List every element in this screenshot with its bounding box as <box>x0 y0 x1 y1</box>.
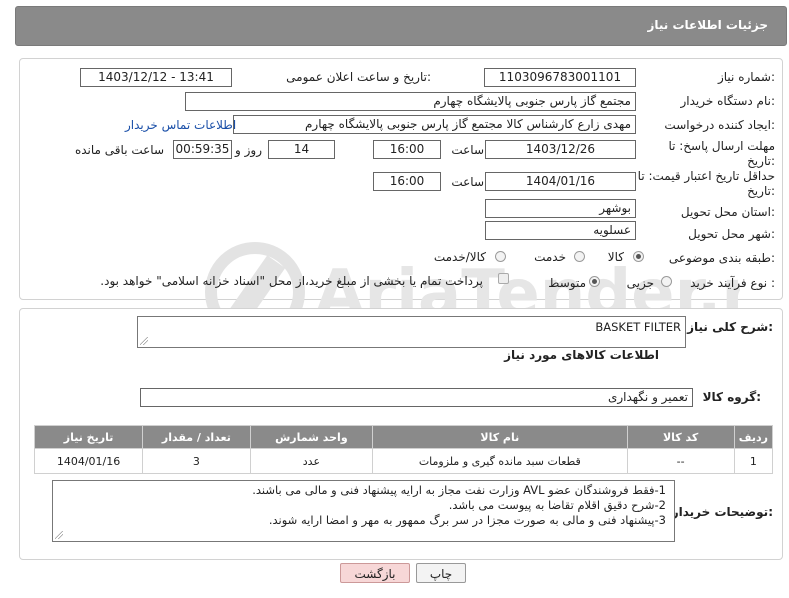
goods-table: ردیف کد کالا نام کالا واحد شمارش تعداد /… <box>33 425 774 474</box>
buyer-contact-link[interactable]: اطلاعات تماس خریدار <box>125 118 236 132</box>
buyer-org-label: نام دستگاه خریدار: <box>680 94 776 108</box>
goods-group-field: تعمیر و نگهداری <box>140 388 693 407</box>
cell-date: 1404/01/16 <box>33 448 144 474</box>
province-label: استان محل تحویل: <box>680 205 775 219</box>
need-number-field: 1103096783001101 <box>484 68 636 87</box>
cell-unit: عدد <box>249 448 374 474</box>
cell-row: 1 <box>733 448 774 474</box>
purchase-minor-radio[interactable] <box>661 276 672 287</box>
category-goods-label: کالا <box>607 250 624 264</box>
page-title: جزئیات اطلاعات نیاز <box>647 18 768 32</box>
table-header-row: ردیف کد کالا نام کالا واحد شمارش تعداد /… <box>33 425 774 449</box>
cell-code: -- <box>626 448 735 474</box>
remaining-time-label: ساعت باقی مانده <box>74 143 164 157</box>
col-date-header: تاریخ نیاز <box>33 425 144 449</box>
price-validity-label: حداقل تاریخ اعتبار قیمت: تا تاریخ: <box>637 169 775 198</box>
deadline-time-label: ساعت <box>451 143 484 157</box>
city-field: عسلویه <box>485 221 636 240</box>
col-unit-header: واحد شمارش <box>249 425 374 449</box>
col-row-header: ردیف <box>733 425 774 449</box>
price-validity-date-field: 1404/01/16 <box>485 172 636 191</box>
description-text: BASKET FILTER <box>595 320 681 334</box>
buyer-org-field: مجتمع گاز پارس جنوبی پالایشگاه چهارم <box>185 92 636 111</box>
buyer-note-line: 1-فقط فروشندگان عضو AVL وزارت نفت مجاز ب… <box>252 483 666 497</box>
resize-grip-icon <box>140 337 148 345</box>
purchase-type-label: نوع فرآیند خرید : <box>690 276 775 290</box>
price-validity-time-label: ساعت <box>451 175 484 189</box>
cell-name: قطعات سبد مانده گیری و ملزومات <box>372 448 628 474</box>
days-label: روز و <box>235 143 262 157</box>
treasury-payment-checkbox[interactable] <box>498 273 509 284</box>
requester-field: مهدی زارع کارشناس کالا مجتمع گاز پارس جن… <box>233 115 636 134</box>
city-label: شهر محل تحویل: <box>688 227 775 241</box>
requester-label: ایجاد کننده درخواست: <box>664 118 775 132</box>
purchase-medium-label: متوسط <box>548 276 586 290</box>
category-goods-radio[interactable] <box>633 251 644 262</box>
treasury-payment-note: پرداخت تمام یا بخشی از مبلغ خرید،از محل … <box>100 274 483 288</box>
deadline-time-field: 16:00 <box>373 140 441 159</box>
category-goods-service-label: کالا/خدمت <box>433 250 486 264</box>
remaining-time-field: 00:59:35 <box>173 140 232 159</box>
category-service-label: خدمت <box>534 250 566 264</box>
buyer-note-line: 3-پیشنهاد فنی و مالی به صورت مجزا در سر … <box>268 513 666 527</box>
page-header: جزئیات اطلاعات نیاز <box>15 6 787 46</box>
col-name-header: نام کالا <box>372 425 628 449</box>
category-label: طبقه بندی موضوعی: <box>668 251 775 265</box>
goods-info-title: اطلاعات کالاهای مورد نیاز <box>504 348 659 362</box>
goods-group-label: گروه کالا: <box>702 390 761 404</box>
print-button[interactable]: چاپ <box>416 563 466 583</box>
category-goods-service-radio[interactable] <box>495 251 506 262</box>
back-button[interactable]: بازگشت <box>340 563 410 583</box>
announce-datetime-label: تاریخ و ساعت اعلان عمومی: <box>286 70 431 84</box>
price-validity-time-field: 16:00 <box>373 172 441 191</box>
deadline-date-field: 1403/12/26 <box>485 140 636 159</box>
cell-qty: 3 <box>142 448 251 474</box>
resize-grip-icon <box>55 531 63 539</box>
deadline-label: مهلت ارسال پاسخ: تا تاریخ: <box>668 139 775 168</box>
need-number-label: شماره نیاز: <box>717 70 775 84</box>
buyer-notes-textarea[interactable]: 1-فقط فروشندگان عضو AVL وزارت نفت مجاز ب… <box>52 480 675 542</box>
description-textarea[interactable]: BASKET FILTER <box>137 316 686 348</box>
purchase-medium-radio[interactable] <box>589 276 600 287</box>
buyer-notes-label: توضیحات خریدار: <box>671 505 773 519</box>
announce-datetime-field: 1403/12/12 - 13:41 <box>80 68 232 87</box>
remaining-days-field: 14 <box>268 140 335 159</box>
category-service-radio[interactable] <box>574 251 585 262</box>
purchase-minor-label: جزیی <box>626 276 654 290</box>
description-label: شرح کلی نیاز: <box>687 320 773 334</box>
buyer-note-line: 2-شرح دقیق اقلام تقاضا به پیوست می باشد. <box>448 498 666 512</box>
col-qty-header: تعداد / مقدار <box>142 425 251 449</box>
col-code-header: کد کالا <box>626 425 735 449</box>
table-row: 1 -- قطعات سبد مانده گیری و ملزومات عدد … <box>33 448 774 474</box>
province-field: بوشهر <box>485 199 636 218</box>
